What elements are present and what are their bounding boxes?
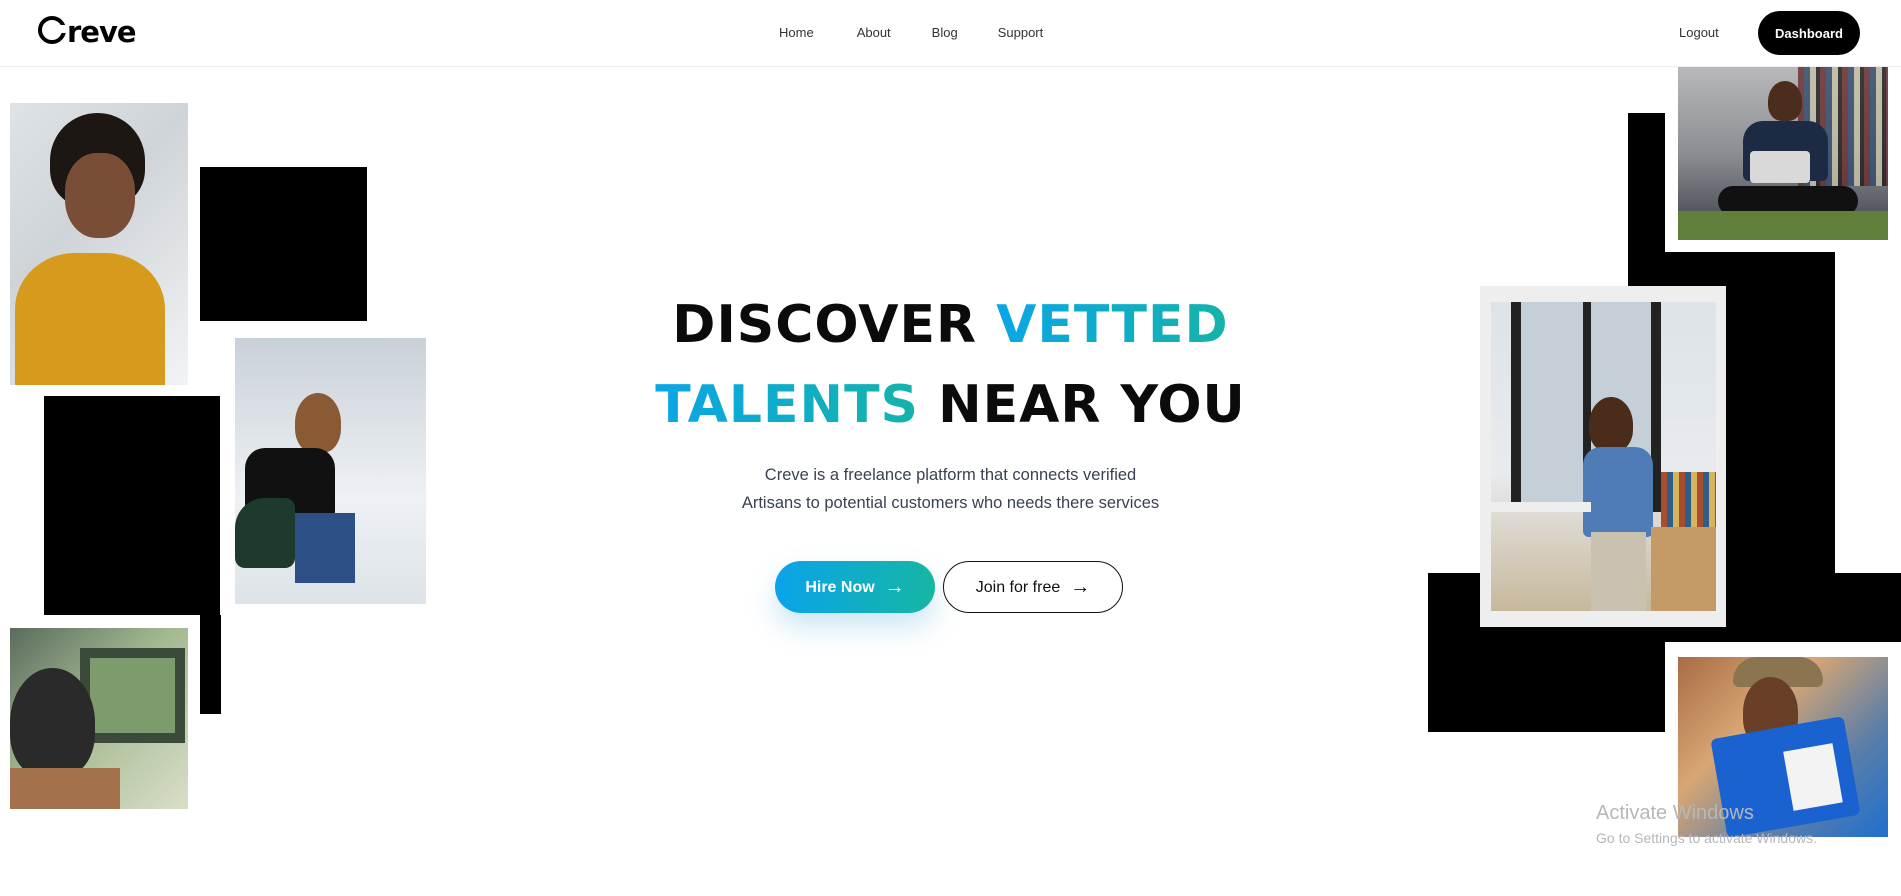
nav-link-support[interactable]: Support (998, 25, 1044, 40)
hero-line-1: DISCOVER VETTED (0, 285, 1901, 365)
decor-block (1428, 640, 1665, 732)
hero-talents: TALENTS (655, 375, 919, 435)
nav-links: Home About Blog Support (779, 25, 1043, 40)
navbar: reve Home About Blog Support Logout Dash… (0, 0, 1901, 67)
hero-near-you: NEAR YOU (919, 375, 1246, 435)
join-for-free-label: Join for free (975, 578, 1061, 596)
logo-text: reve (67, 15, 137, 49)
logo[interactable]: reve (38, 15, 137, 49)
decor-block (200, 615, 221, 714)
nav-link-home[interactable]: Home (779, 25, 814, 40)
join-for-free-button[interactable]: Join for free → (943, 561, 1123, 613)
nav-link-blog[interactable]: Blog (932, 25, 958, 40)
hero-vetted: VETTED (996, 295, 1229, 355)
photo-coder-headphones (10, 628, 188, 809)
hire-now-button[interactable]: Hire Now → (775, 561, 935, 613)
dashboard-button[interactable]: Dashboard (1758, 11, 1860, 55)
hero-subtitle-2: Artisans to potential customers who need… (741, 494, 1160, 512)
windows-activation-title: Activate Windows (1596, 802, 1754, 824)
hire-now-label: Hire Now (805, 578, 875, 596)
hero-discover: DISCOVER (672, 295, 997, 355)
arrow-right-icon: → (1070, 575, 1091, 598)
windows-activation-hint: Go to Settings to activate Windows. (1596, 830, 1817, 846)
photo-woman-bookshelf (1678, 66, 1888, 240)
hero-subtitle-1: Creve is a freelance platform that conne… (764, 466, 1137, 484)
logo-c-mark (38, 16, 67, 44)
hero-line-2: TALENTS NEAR YOU (0, 365, 1901, 445)
logout-link[interactable]: Logout (1679, 25, 1719, 40)
nav-link-about[interactable]: About (857, 25, 891, 40)
hero-heading: DISCOVER VETTED TALENTS NEAR YOU (0, 285, 1901, 445)
arrow-right-icon: → (884, 575, 905, 598)
